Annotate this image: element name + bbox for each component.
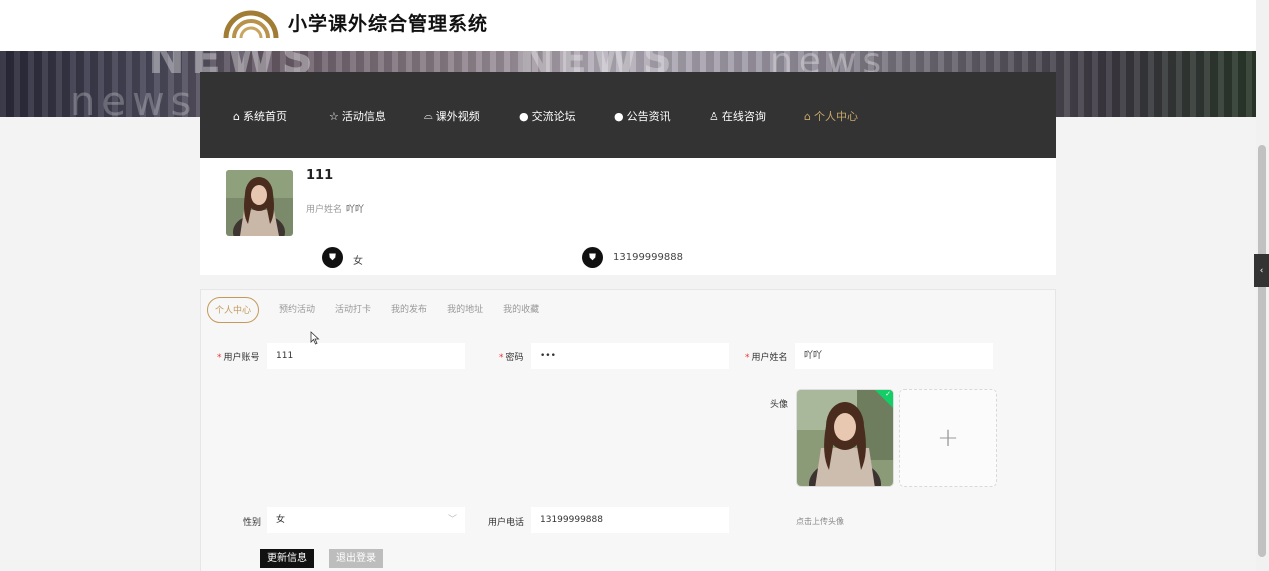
- account-field[interactable]: 111: [267, 343, 465, 369]
- profile-realname-value: 吖吖: [346, 205, 365, 215]
- user-icon: ♙: [709, 109, 719, 123]
- nav-item-forum[interactable]: ● 交流论坛: [519, 108, 576, 124]
- upload-button[interactable]: +: [899, 389, 997, 487]
- nav-item-news[interactable]: ● 公告资讯: [614, 108, 671, 124]
- realname-label: * 用户姓名: [745, 353, 788, 363]
- upload-hint: 点击上传头像: [796, 517, 844, 526]
- nav-item-label: 交流论坛: [531, 110, 576, 123]
- tab-bar: 个人中心 预约活动 活动打卡 我的发布 我的地址 我的收藏: [207, 297, 559, 323]
- nav-item-label: 系统首页: [242, 110, 287, 123]
- profile-account: 111: [306, 168, 334, 183]
- account-label: * 用户账号: [217, 353, 260, 363]
- phone-field[interactable]: 13199999888: [531, 507, 729, 533]
- profile-realname: 用户姓名 吖吖: [306, 202, 364, 215]
- info-icon: ●: [614, 109, 624, 123]
- gender-select[interactable]: 女 ﹀: [267, 507, 465, 533]
- bag-icon: ⌓: [424, 109, 433, 122]
- plus-icon: +: [937, 423, 959, 453]
- password-label: * 密码: [499, 353, 524, 363]
- nav-item-activities[interactable]: ☆ 活动信息: [329, 108, 386, 124]
- nav-item-label: 个人中心: [813, 110, 858, 123]
- info-icon: ●: [519, 109, 529, 123]
- nav-item-personal-center[interactable]: ⌂ 个人中心: [804, 108, 858, 124]
- tab-my-posts[interactable]: 我的发布: [391, 297, 427, 323]
- avatar-preview[interactable]: ✓: [796, 389, 894, 487]
- realname-field[interactable]: 吖吖: [795, 343, 993, 369]
- site-title: 小学课外综合管理系统: [288, 12, 489, 35]
- chevron-down-icon: ﹀: [447, 515, 457, 525]
- profile-realname-label: 用户姓名: [306, 205, 343, 215]
- banner-word: news: [70, 79, 198, 117]
- nav-item-label: 课外视频: [435, 110, 480, 123]
- chevron-left-icon[interactable]: ‹: [1254, 254, 1269, 287]
- avatar-label: 头像: [770, 400, 789, 410]
- logout-button[interactable]: 退出登录: [329, 549, 383, 568]
- avatar: [226, 170, 293, 236]
- profile-gender: 女: [353, 256, 363, 267]
- nav-item-home[interactable]: ⌂ 系统首页: [233, 108, 287, 124]
- nav-item-label: 在线咨询: [721, 110, 766, 123]
- shield-icon: ⛊: [582, 247, 603, 268]
- site-header: 小学课外综合管理系统: [0, 0, 1256, 51]
- home-icon: ⌂: [804, 109, 811, 123]
- personal-center-panel: 个人中心 预约活动 活动打卡 我的发布 我的地址 我的收藏 * 用户账号 111 …: [200, 289, 1056, 571]
- password-field[interactable]: •••: [531, 343, 729, 369]
- tab-personal-center[interactable]: 个人中心: [207, 297, 260, 323]
- nav-item-label: 公告资讯: [626, 110, 671, 123]
- update-info-button[interactable]: 更新信息: [260, 549, 314, 568]
- nav-item-consult[interactable]: ♙ 在线咨询: [709, 108, 766, 124]
- avatar-photo: [226, 170, 293, 236]
- main-nav: ⌂ 系统首页 ☆ 活动信息 ⌓ 课外视频 ● 交流论坛 ● 公告资讯 ♙ 在线咨…: [200, 72, 1056, 158]
- tab-booked-activities[interactable]: 预约活动: [279, 297, 315, 323]
- star-icon: ☆: [329, 109, 339, 123]
- check-icon: ✓: [885, 390, 891, 398]
- tab-my-favorites[interactable]: 我的收藏: [503, 297, 539, 323]
- mouse-cursor-icon: [310, 331, 320, 345]
- nav-item-label: 活动信息: [341, 110, 386, 123]
- gender-label: 性别: [243, 518, 262, 528]
- gender-select-value: 女: [276, 515, 286, 525]
- scrollbar-thumb[interactable]: [1258, 145, 1266, 557]
- tab-my-address[interactable]: 我的地址: [447, 297, 483, 323]
- home-icon: ⌂: [233, 109, 240, 123]
- profile-phone: 13199999888: [613, 252, 683, 263]
- profile-card: 111 用户姓名 吖吖 ⛊ 女 ⛊ 13199999888: [200, 158, 1056, 275]
- arch-logo-icon: [223, 10, 279, 39]
- phone-label: 用户电话: [488, 518, 525, 528]
- nav-item-videos[interactable]: ⌓ 课外视频: [424, 108, 480, 124]
- shield-icon: ⛊: [322, 247, 343, 268]
- tab-activity-checkin[interactable]: 活动打卡: [335, 297, 371, 323]
- logo[interactable]: 小学课外综合管理系统: [222, 4, 488, 40]
